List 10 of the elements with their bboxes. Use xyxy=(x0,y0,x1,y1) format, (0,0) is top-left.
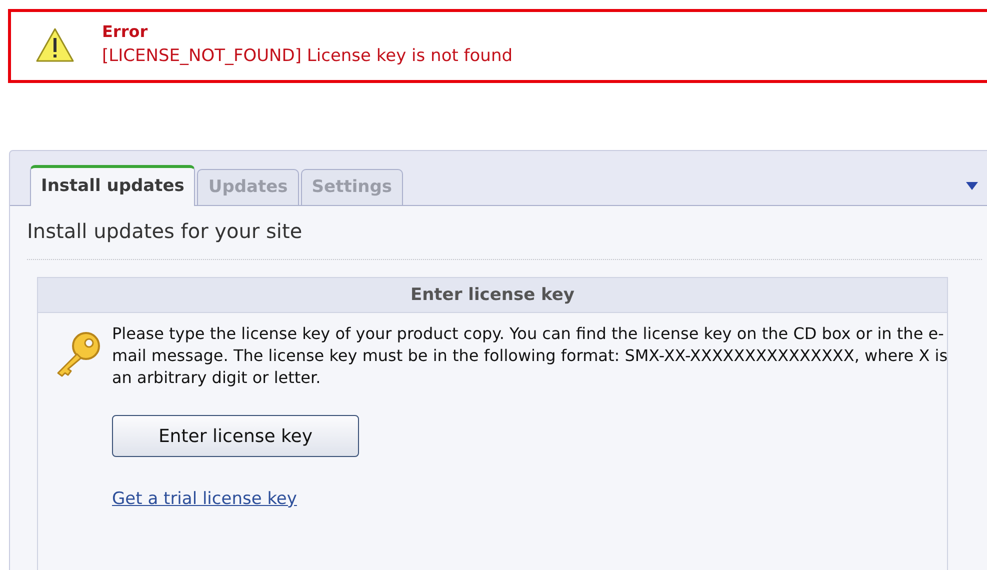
dropdown-icon[interactable] xyxy=(966,182,978,190)
error-title: Error xyxy=(102,21,149,43)
box-header: Enter license key xyxy=(38,278,947,313)
instructions-text: Please type the license key of your product copy. You can find the license key on the CD box or in the e-mail message. The license key must be in the following format: SMX-XX-XXXXXXXXXXXXXXX, where X is an arbitrary digit or letter. xyxy=(112,323,949,389)
trial-license-link[interactable]: Get a trial license key xyxy=(112,487,297,512)
enter-license-key-button[interactable]: Enter license key xyxy=(112,415,359,457)
tab[interactable]: Install updates xyxy=(30,165,196,206)
warning-icon xyxy=(35,27,75,63)
page-title: Install updates for your site xyxy=(27,218,982,260)
error-message: [LICENSE_NOT_FOUND] License key is not found xyxy=(102,45,513,68)
